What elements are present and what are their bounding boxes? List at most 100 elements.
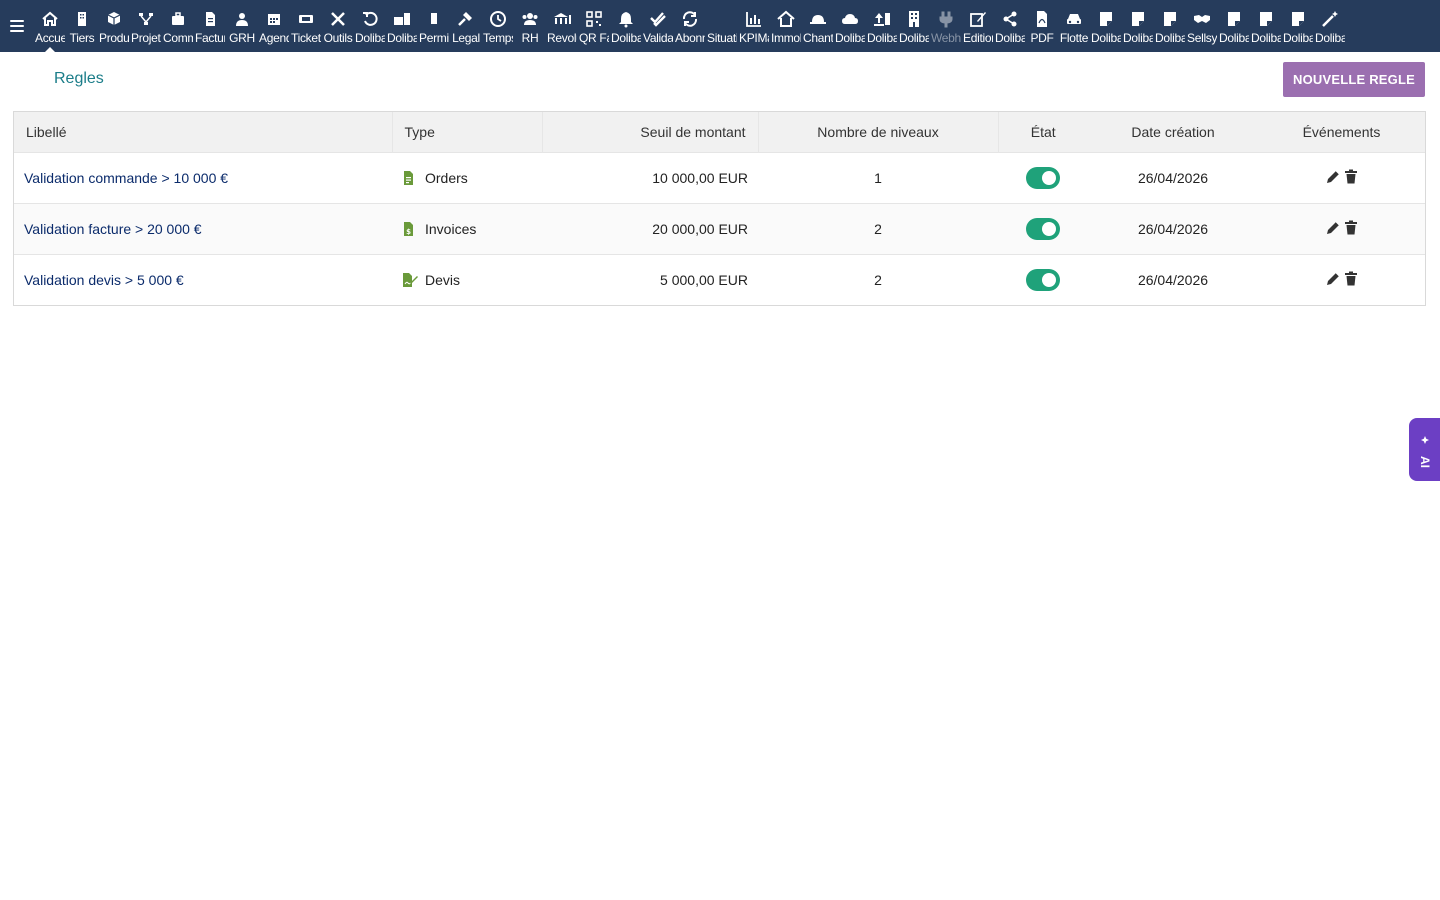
menu-item-dolibarr[interactable]: Dolibarr — [834, 0, 866, 52]
rule-state-cell — [998, 254, 1088, 305]
menu-item-label: QR Factures — [579, 31, 609, 45]
menu-item-tickets[interactable]: Tickets — [290, 0, 322, 52]
flag-icon — [425, 9, 443, 29]
menu-item-label: Dolibarr — [1315, 31, 1345, 45]
edit-icon[interactable] — [1326, 271, 1341, 286]
menu-item-permissions[interactable]: Permissions — [418, 0, 450, 52]
menu-item-accueil[interactable]: Accueil — [34, 0, 66, 52]
header-type[interactable]: Type — [392, 112, 543, 152]
hamburger-menu-button[interactable] — [0, 0, 34, 52]
menu-item-dolibarr[interactable]: Dolibarr — [994, 0, 1026, 52]
clock-icon — [489, 9, 507, 29]
menu-item-edition[interactable]: Edition — [962, 0, 994, 52]
menu-item-label: Dolibarr — [1251, 31, 1281, 45]
tools-icon — [329, 9, 347, 29]
menu-item-revolut[interactable]: Revolut — [546, 0, 578, 52]
menu-item-webhooks[interactable]: Webhooks — [930, 0, 962, 52]
ai-assistant-tab[interactable]: AI — [1409, 418, 1440, 481]
menu-item-dolibarr[interactable]: Dolibarr — [610, 0, 642, 52]
menu-item-dolibarr[interactable]: Dolibarr — [1154, 0, 1186, 52]
rule-created: 26/04/2026 — [1137, 271, 1209, 288]
header-created[interactable]: Date création — [1088, 112, 1258, 152]
menu-item-rh[interactable]: RH — [514, 0, 546, 52]
qrcode-icon — [585, 9, 603, 29]
delete-icon[interactable] — [1344, 220, 1358, 235]
table-row: Validation facture > 20 000 € $ Invoices 20… — [14, 203, 1425, 254]
rule-levels: 2 — [874, 220, 882, 237]
menu-item-label: Chantier — [803, 31, 833, 45]
menu-item-label: Tiers — [69, 31, 95, 45]
menu-item-immobilier[interactable]: Immobilier — [770, 0, 802, 52]
menu-item-chantier[interactable]: Chantier — [802, 0, 834, 52]
rule-label-cell: Validation devis > 5 000 € — [14, 254, 392, 305]
rule-type: Invoices — [425, 220, 477, 237]
sitemap-icon — [137, 9, 155, 29]
edit-icon[interactable] — [1326, 220, 1341, 235]
menu-item-dolibarr[interactable]: Dolibarr — [1250, 0, 1282, 52]
menu-item-qr-factures[interactable]: QR Factures — [578, 0, 610, 52]
menu-item-abonnements[interactable]: Abonnements — [674, 0, 706, 52]
note-icon — [1289, 9, 1307, 29]
menu-item-outils[interactable]: Outils — [322, 0, 354, 52]
menu-item-dolibarr[interactable]: Dolibarr — [386, 0, 418, 52]
menu-item-dolibarr[interactable]: Dolibarr — [354, 0, 386, 52]
menu-item-label: Sellsy — [1187, 31, 1217, 45]
menu-item-tiers[interactable]: Tiers — [66, 0, 98, 52]
menu-item-kpimanager[interactable]: KPIManager — [738, 0, 770, 52]
header-label[interactable]: Libellé — [14, 112, 393, 152]
table-row: Validation devis > 5 000 € Devis 5 000,00 … — [14, 254, 1425, 305]
menu-item-label: Dolibarr — [1091, 31, 1121, 45]
users-icon — [521, 9, 539, 29]
header-state[interactable]: État — [998, 112, 1088, 152]
plug-icon — [937, 9, 955, 29]
header-threshold[interactable]: Seuil de montant — [542, 112, 759, 152]
new-rule-button[interactable]: NOUVELLE REGLE — [1283, 62, 1425, 97]
menu-item-label: Tickets — [291, 31, 321, 45]
state-toggle[interactable] — [1026, 268, 1060, 291]
rules-table: Libellé Type Seuil de montant Nombre de … — [13, 111, 1426, 306]
menu-item-dolibarr[interactable]: Dolibarr — [1218, 0, 1250, 52]
menu-item-dolibarr[interactable]: Dolibarr — [866, 0, 898, 52]
menu-item-dolibarr[interactable]: Dolibarr — [1282, 0, 1314, 52]
menu-item-sellsy[interactable]: Sellsy — [1186, 0, 1218, 52]
note-icon — [1225, 9, 1243, 29]
menu-item-label: Temps — [483, 31, 513, 45]
menu-item-label: Produits — [99, 31, 129, 45]
menu-item-dolibarr[interactable]: Dolibarr — [898, 0, 930, 52]
delete-icon[interactable] — [1344, 169, 1358, 184]
rule-link[interactable]: Validation commande > 10 000 € — [24, 170, 228, 186]
car-icon — [1065, 9, 1083, 29]
menu-item-produits[interactable]: Produits — [98, 0, 130, 52]
menu-item-pdf[interactable]: PDF — [1026, 0, 1058, 52]
menu-item-facturation[interactable]: Facturation — [194, 0, 226, 52]
menu-item-agenda[interactable]: Agenda — [258, 0, 290, 52]
menu-item-label: Dolibarr — [387, 31, 417, 45]
state-toggle[interactable] — [1026, 166, 1060, 189]
rule-type-cell: Orders — [392, 152, 542, 203]
menu-item-label: Permissions — [419, 31, 449, 45]
menu-item-label: Facturation — [195, 31, 225, 45]
edit-icon — [969, 9, 987, 29]
menu-item-flotte[interactable]: Flotte — [1058, 0, 1090, 52]
menu-item-label: Situation — [707, 31, 737, 45]
menu-item-projets[interactable]: Projets — [130, 0, 162, 52]
menu-item-dolibarr[interactable]: Dolibarr — [1122, 0, 1154, 52]
menu-item-label: Outils — [323, 31, 353, 45]
menu-item-validation[interactable]: Validation — [642, 0, 674, 52]
edit-icon[interactable] — [1326, 169, 1341, 184]
menu-item-dolibarr[interactable]: Dolibarr — [1314, 0, 1346, 52]
state-toggle[interactable] — [1026, 217, 1060, 240]
header-levels[interactable]: Nombre de niveaux — [758, 112, 999, 152]
rule-state-cell — [998, 152, 1088, 203]
menu-item-temps[interactable]: Temps — [482, 0, 514, 52]
chart-bar-icon — [745, 9, 763, 29]
menu-item-dolibarr[interactable]: Dolibarr — [1090, 0, 1122, 52]
delete-icon[interactable] — [1344, 271, 1358, 286]
rule-link[interactable]: Validation devis > 5 000 € — [24, 272, 184, 288]
menu-item-legal[interactable]: Legal — [450, 0, 482, 52]
menu-item-commerce[interactable]: Commerce — [162, 0, 194, 52]
rule-link[interactable]: Validation facture > 20 000 € — [24, 221, 202, 237]
file-invoice-icon — [402, 170, 418, 186]
menu-item-situation[interactable]: Situation — [706, 0, 738, 52]
menu-item-grh[interactable]: GRH — [226, 0, 258, 52]
